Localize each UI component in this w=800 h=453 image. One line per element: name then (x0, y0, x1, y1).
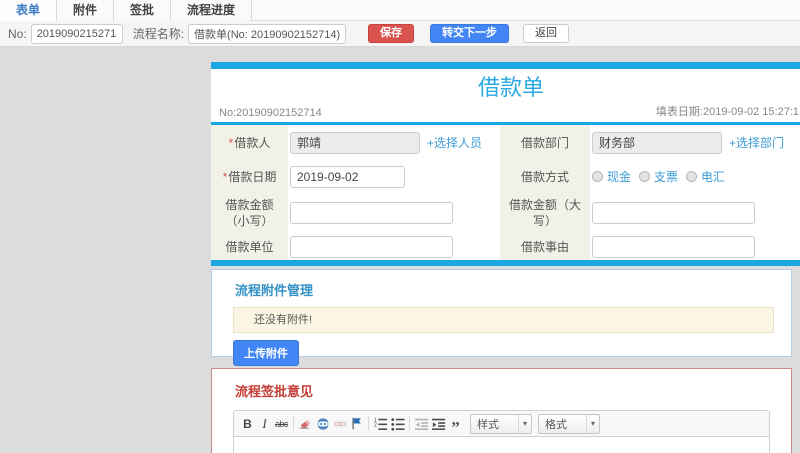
form-header-row: No:20190902152714 填表日期:2019-09-02 15:27:… (211, 101, 800, 122)
tab-bar: 表单 附件 签批 流程进度 (0, 0, 800, 21)
required-mark: * (222, 169, 228, 184)
ordered-list-icon[interactable]: 12 (372, 415, 389, 433)
radio-cheque[interactable] (639, 171, 651, 182)
department-input[interactable] (592, 131, 722, 154)
loan-date-field (288, 160, 500, 193)
radio-wire-transfer-label[interactable]: 电汇 (701, 168, 725, 185)
loan-form-table: *借款人 +选择人员 借款部门 +选择部门 *借款日期 借款方式 现金 (211, 125, 800, 260)
amount-lowercase-input[interactable] (290, 202, 453, 224)
borrower-input[interactable] (290, 131, 420, 154)
styles-dropdown[interactable]: 样式 ▾ (470, 413, 532, 434)
form-top-accent-bar (211, 62, 800, 69)
remove-format-icon[interactable] (297, 415, 314, 433)
loan-reason-field (590, 233, 800, 260)
loan-date-label: *借款日期 (211, 160, 288, 193)
form-no-text: No:20190902152714 (219, 107, 322, 119)
loan-method-field: 现金 支票 电汇 (590, 160, 800, 193)
editor-content-area[interactable] (234, 437, 769, 453)
form-date-text: 填表日期:2019-09-02 15:27:1 (655, 106, 799, 118)
loan-unit-label: 借款单位 (211, 233, 288, 260)
amount-uppercase-field (590, 193, 800, 233)
tab-process-progress[interactable]: 流程进度 (171, 0, 253, 21)
department-label: 借款部门 (500, 125, 590, 160)
unlink-icon[interactable] (331, 415, 348, 433)
amount-lowercase-label: 借款金额（小写） (211, 193, 288, 233)
action-toolbar: No: 流程名称: 保存 转交下一步 返回 (0, 21, 800, 47)
loan-date-input[interactable] (290, 165, 405, 188)
upload-attachment-button[interactable]: 上传附件 (233, 340, 299, 366)
select-person-link[interactable]: +选择人员 (427, 134, 482, 151)
radio-wire-transfer[interactable] (686, 171, 698, 182)
loan-reason-input[interactable] (592, 235, 755, 258)
tab-approval[interactable]: 签批 (114, 0, 172, 21)
tab-attachments[interactable]: 附件 (57, 0, 115, 21)
loan-method-label: 借款方式 (500, 160, 590, 193)
department-field: +选择部门 (590, 125, 800, 160)
link-icon[interactable] (314, 415, 331, 433)
toolbar-separator (409, 416, 410, 431)
form-bottom-accent-bar (211, 260, 800, 266)
required-mark: * (228, 135, 234, 150)
chevron-down-icon: ▾ (585, 414, 599, 433)
process-name-label: 流程名称: (132, 27, 185, 41)
borrower-field: +选择人员 (288, 125, 500, 160)
no-input[interactable] (30, 23, 123, 44)
radio-cheque-label[interactable]: 支票 (654, 168, 678, 185)
save-button[interactable]: 保存 (368, 24, 415, 43)
form-title: 借款单 (477, 75, 544, 100)
forward-next-step-button[interactable]: 转交下一步 (430, 24, 510, 43)
back-button[interactable]: 返回 (523, 24, 570, 43)
no-attachments-message: 还没有附件! (233, 307, 774, 333)
svg-text:2: 2 (374, 422, 377, 428)
italic-icon[interactable]: I (256, 415, 273, 433)
blockquote-icon[interactable]: ” (447, 415, 464, 436)
toolbar-separator (368, 416, 369, 431)
format-dropdown[interactable]: 格式 ▾ (538, 413, 600, 434)
no-label: No: (8, 26, 27, 41)
bold-icon[interactable]: B (239, 415, 256, 433)
amount-uppercase-label: 借款金额（大写） (500, 193, 590, 233)
approval-panel-title: 流程签批意见 (235, 384, 314, 399)
editor-toolbar: B I abc 12 ” 样式 ▾ 格式 ▾ (234, 411, 769, 437)
loan-reason-label: 借款事由 (500, 233, 590, 260)
select-department-link[interactable]: +选择部门 (729, 134, 784, 151)
decrease-indent-icon[interactable] (413, 415, 430, 433)
strikethrough-icon[interactable]: abc (273, 415, 290, 433)
radio-cash-label[interactable]: 现金 (607, 168, 631, 185)
radio-cash[interactable] (592, 171, 603, 182)
amount-uppercase-input[interactable] (592, 202, 755, 224)
process-name-input[interactable] (188, 23, 347, 44)
increase-indent-icon[interactable] (430, 415, 447, 433)
bullet-list-icon[interactable] (389, 415, 406, 433)
loan-form-panel: 借款单 No:20190902152714 填表日期:2019-09-02 15… (211, 62, 800, 266)
amount-lowercase-field (288, 193, 500, 233)
rich-text-editor: B I abc 12 ” 样式 ▾ 格式 ▾ (233, 410, 770, 453)
toolbar-separator (293, 416, 294, 431)
approval-panel: 流程签批意见 B I abc 12 ” 样式 ▾ 格式 ▾ (211, 368, 792, 453)
anchor-flag-icon[interactable] (348, 415, 365, 433)
attachment-panel-title: 流程附件管理 (235, 283, 314, 298)
tab-form[interactable]: 表单 (0, 0, 58, 21)
borrower-label: *借款人 (211, 125, 288, 160)
loan-unit-field (288, 233, 500, 260)
loan-unit-input[interactable] (290, 235, 453, 258)
attachment-panel: 流程附件管理 还没有附件! 上传附件 (211, 269, 792, 366)
chevron-down-icon: ▾ (517, 414, 531, 433)
